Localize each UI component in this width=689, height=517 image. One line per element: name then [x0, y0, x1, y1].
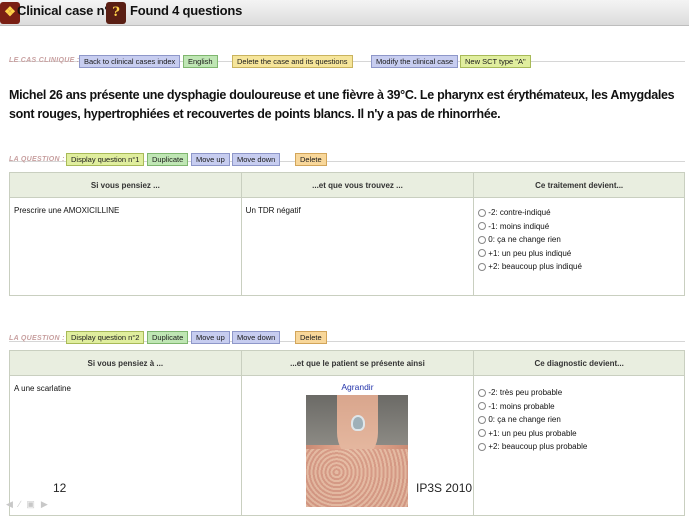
- question2-option[interactable]: -1: moins probable: [478, 400, 680, 414]
- radio-button[interactable]: [478, 429, 487, 438]
- question2-header-row: Si vous pensiez à ... ...et que le patie…: [9, 350, 685, 376]
- radio-button[interactable]: [478, 402, 487, 411]
- question2-body-row: A une scarlatine Agrandir -2: très peu p…: [9, 375, 685, 516]
- delete-case-button[interactable]: Delete the case and its questions: [232, 55, 353, 68]
- question1-option[interactable]: -1: moins indiqué: [478, 220, 680, 234]
- question-mark-icon[interactable]: ?: [106, 2, 126, 24]
- modify-case-button[interactable]: Modify the clinical case: [371, 55, 459, 68]
- question1-header-effect: Ce traitement devient...: [473, 172, 685, 198]
- radio-button[interactable]: [478, 208, 487, 217]
- radio-button[interactable]: [478, 222, 487, 231]
- clinical-case-tab[interactable]: Clinical case n°1: [17, 3, 117, 18]
- question1-header-hypothesis: Si vous pensiez ...: [9, 172, 242, 198]
- radio-button[interactable]: [478, 262, 487, 271]
- question2-option[interactable]: +2: beaucoup plus probable: [478, 440, 680, 454]
- radio-button[interactable]: [478, 415, 487, 424]
- footer-credit: IP3S 2010: [416, 481, 473, 495]
- question1-option[interactable]: +2: beaucoup plus indiqué: [478, 260, 680, 274]
- question1-options: -2: contre-indiqué -1: moins indiqué 0: …: [473, 197, 685, 296]
- display-question1-button[interactable]: Display question n°1: [66, 153, 145, 166]
- question2-option[interactable]: 0: ça ne change rien: [478, 413, 680, 427]
- duplicate-question2-button[interactable]: Duplicate: [147, 331, 189, 344]
- back-to-index-button[interactable]: Back to clinical cases index: [79, 55, 181, 68]
- question1-option[interactable]: -2: contre-indiqué: [478, 206, 680, 220]
- question2-header-hypothesis: Si vous pensiez à ...: [9, 350, 242, 376]
- question2-options: -2: très peu probable -1: moins probable…: [473, 375, 685, 516]
- radio-button[interactable]: [478, 442, 487, 451]
- question2-table: Si vous pensiez à ... ...et que le patie…: [9, 350, 685, 516]
- display-question2-button[interactable]: Display question n°2: [66, 331, 145, 344]
- enlarge-link[interactable]: Agrandir: [246, 382, 470, 392]
- question2-option[interactable]: +1: un peu plus probable: [478, 427, 680, 441]
- question2-option[interactable]: -2: très peu probable: [478, 386, 680, 400]
- question1-header-finding: ...et que vous trouvez ...: [240, 172, 475, 198]
- question2-header-effect: Ce diagnostic devient...: [473, 350, 685, 376]
- duplicate-question1-button[interactable]: Duplicate: [147, 153, 189, 166]
- move-up-question1-button[interactable]: Move up: [191, 153, 230, 166]
- question1-option[interactable]: 0: ça ne change rien: [478, 233, 680, 247]
- delete-question2-button[interactable]: Delete: [295, 331, 327, 344]
- case-description: Michel 26 ans présente une dysphagie dou…: [9, 88, 675, 121]
- page-number: 12: [53, 481, 67, 495]
- question1-section-label: LA QUESTION :: [9, 156, 65, 163]
- question1-hypothesis: Prescrire une AMOXICILLINE: [9, 197, 242, 296]
- slide-nav-icons[interactable]: ◀∕▣▶: [6, 499, 54, 510]
- delete-question1-button[interactable]: Delete: [295, 153, 327, 166]
- question1-finding: Un TDR négatif: [240, 197, 475, 296]
- radio-button[interactable]: [478, 235, 487, 244]
- question2-hypothesis: A une scarlatine: [9, 375, 242, 516]
- found-questions-tab[interactable]: Found 4 questions: [130, 3, 242, 18]
- new-sct-button[interactable]: New SCT type "A": [460, 55, 531, 68]
- english-button[interactable]: English: [183, 55, 218, 68]
- question1-header-row: Si vous pensiez ... ...et que vous trouv…: [9, 172, 685, 198]
- question2-header-finding: ...et que le patient se présente ainsi: [240, 350, 475, 376]
- radio-button[interactable]: [478, 249, 487, 258]
- move-down-question2-button[interactable]: Move down: [232, 331, 281, 344]
- move-up-question2-button[interactable]: Move up: [191, 331, 230, 344]
- top-bar: ❖ Clinical case n°1 ? Found 4 questions: [0, 0, 689, 26]
- question1-table: Si vous pensiez ... ...et que vous trouv…: [9, 172, 685, 296]
- question1-option[interactable]: +1: un peu plus indiqué: [478, 247, 680, 261]
- question2-section-label: LA QUESTION :: [9, 335, 65, 342]
- radio-button[interactable]: [478, 388, 487, 397]
- patient-photo[interactable]: [306, 395, 409, 507]
- question1-body-row: Prescrire une AMOXICILLINE Un TDR négati…: [9, 197, 685, 296]
- case-section-label: LE CAS CLINIQUE :: [9, 57, 80, 64]
- move-down-question1-button[interactable]: Move down: [232, 153, 281, 166]
